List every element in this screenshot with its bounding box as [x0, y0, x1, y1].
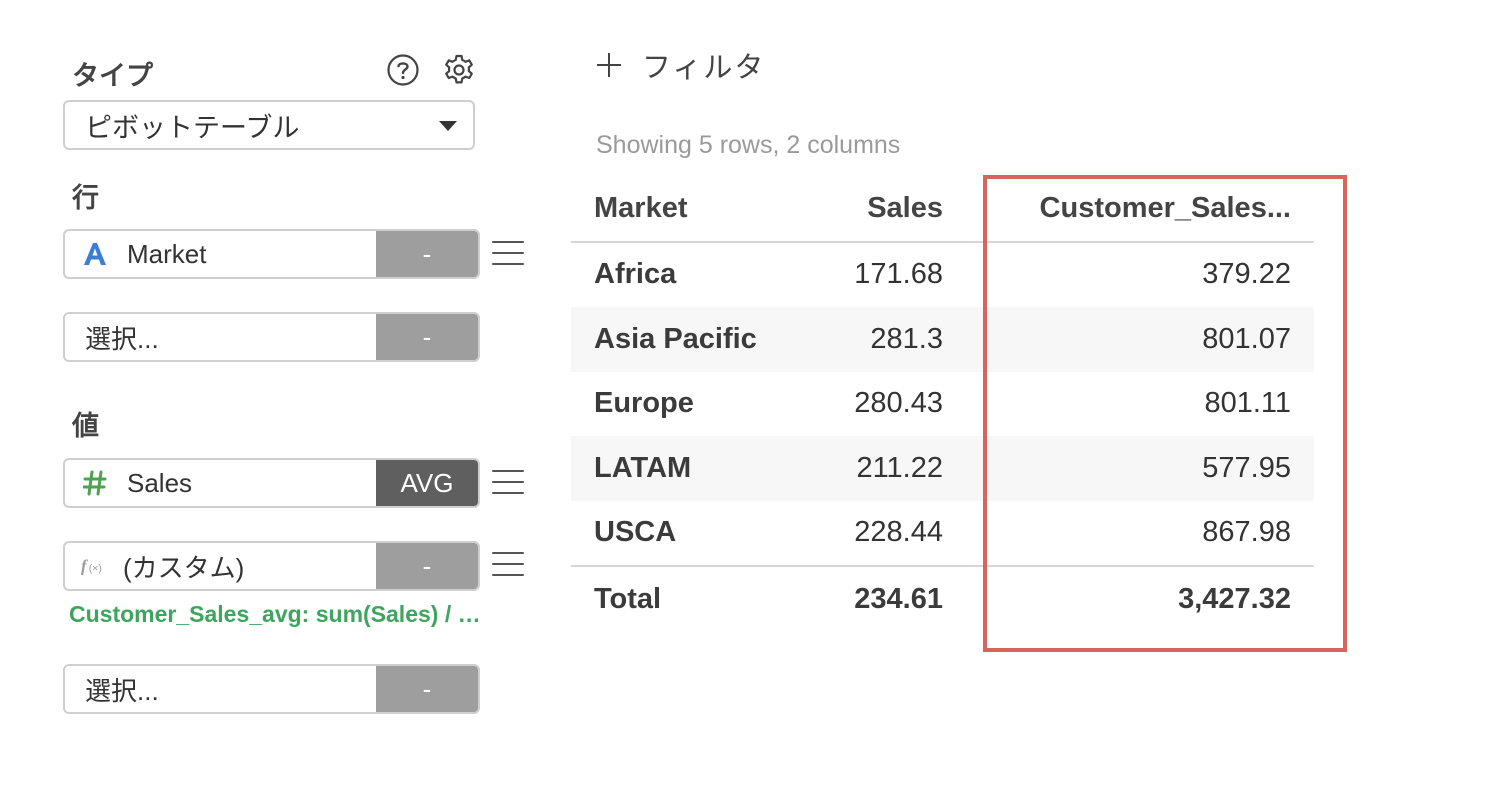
total-sales: 234.61	[786, 565, 966, 632]
drag-handle-icon[interactable]	[492, 552, 524, 576]
number-type-icon	[81, 470, 109, 496]
row-market: LATAM	[571, 436, 786, 501]
filter-label: フィルタ	[642, 52, 766, 84]
table-total-row: Total 234.61 3,427.32	[571, 565, 1314, 632]
value-field-select[interactable]: 選択... -	[63, 664, 480, 714]
drag-handle-icon[interactable]	[492, 241, 524, 265]
help-icon[interactable]	[386, 53, 420, 87]
type-label: タイプ	[72, 61, 153, 91]
gear-icon[interactable]	[442, 53, 476, 87]
row-field-select-agg[interactable]: -	[376, 314, 478, 360]
value-field-sales[interactable]: Sales AVG	[63, 458, 480, 508]
custom-field-agg[interactable]: -	[376, 543, 478, 589]
values-label: 値	[72, 411, 99, 441]
total-label: Total	[571, 565, 786, 632]
chart-type-value: ピボットテーブル	[85, 112, 300, 143]
column-header-customer-sales[interactable]: Customer_Sales...	[966, 176, 1314, 243]
row-field-label: Market	[127, 238, 207, 269]
row-sales: 281.3	[786, 307, 966, 372]
pivot-table-container: Market Sales Customer_Sales... Africa 17…	[571, 176, 1314, 632]
row-field-select-name[interactable]: 選択...	[65, 314, 376, 360]
row-field-market-name[interactable]: Market	[65, 231, 376, 277]
custom-formula-text[interactable]: Customer_Sales_avg: sum(Sales) / …	[69, 601, 529, 628]
row-sales: 211.22	[786, 436, 966, 501]
value-field-label: (カスタム)	[123, 552, 245, 583]
row-customer-sales: 801.07	[966, 307, 1314, 372]
row-customer-sales: 577.95	[966, 436, 1314, 501]
total-customer-sales: 3,427.32	[966, 565, 1314, 632]
row-market: Africa	[594, 258, 677, 291]
chart-type-select[interactable]: ピボットテーブル	[63, 100, 475, 150]
row-market: USCA	[594, 516, 677, 549]
table-row: Europe 280.43 801.11	[571, 372, 1314, 437]
function-icon: f (×)	[81, 552, 109, 580]
text-type-icon	[81, 241, 109, 267]
value-field-custom-name[interactable]: f (×) (カスタム)	[65, 543, 376, 589]
chevron-down-icon	[439, 121, 457, 131]
row-sales: 228.44	[854, 516, 943, 549]
svg-text:f: f	[81, 557, 88, 576]
value-field-placeholder: 選択...	[85, 675, 159, 706]
table-header-row: Market Sales Customer_Sales...	[571, 176, 1314, 243]
row-customer-sales: 867.98	[1202, 516, 1291, 549]
row-customer-sales: 801.11	[1204, 387, 1291, 420]
value-field-label: Sales	[127, 467, 193, 498]
drag-handle-icon[interactable]	[492, 470, 524, 494]
row-field-placeholder: 選択...	[85, 323, 159, 354]
row-field-agg[interactable]: -	[376, 231, 478, 277]
row-market: Europe	[594, 387, 694, 420]
aggregation-button[interactable]: AVG	[376, 460, 478, 506]
row-market: Asia Pacific	[571, 307, 786, 372]
plus-icon	[596, 52, 622, 78]
table-row: Asia Pacific 281.3 801.07	[571, 307, 1314, 372]
add-filter-button[interactable]: フィルタ	[596, 44, 765, 86]
rows-label: 行	[72, 183, 99, 213]
column-header-sales[interactable]: Sales	[786, 176, 966, 243]
row-customer-sales: 379.22	[1202, 258, 1291, 291]
value-field-select-agg[interactable]: -	[376, 666, 478, 712]
table-row: LATAM 211.22 577.95	[571, 436, 1314, 501]
value-field-select-name[interactable]: 選択...	[65, 666, 376, 712]
value-field-sales-name[interactable]: Sales	[65, 460, 376, 506]
row-sales: 171.68	[854, 258, 943, 291]
column-header-market[interactable]: Market	[571, 176, 786, 243]
svg-text:(×): (×)	[89, 563, 102, 575]
table-row: USCA 228.44 867.98	[571, 501, 1314, 567]
table-summary: Showing 5 rows, 2 columns	[596, 131, 901, 159]
row-field-select[interactable]: 選択... -	[63, 312, 480, 362]
row-sales: 280.43	[854, 387, 943, 420]
row-field-market[interactable]: Market -	[63, 229, 480, 279]
pivot-table: Market Sales Customer_Sales... Africa 17…	[571, 176, 1314, 632]
table-row: Africa 171.68 379.22	[571, 242, 1314, 308]
value-field-custom[interactable]: f (×) (カスタム) -	[63, 541, 480, 591]
